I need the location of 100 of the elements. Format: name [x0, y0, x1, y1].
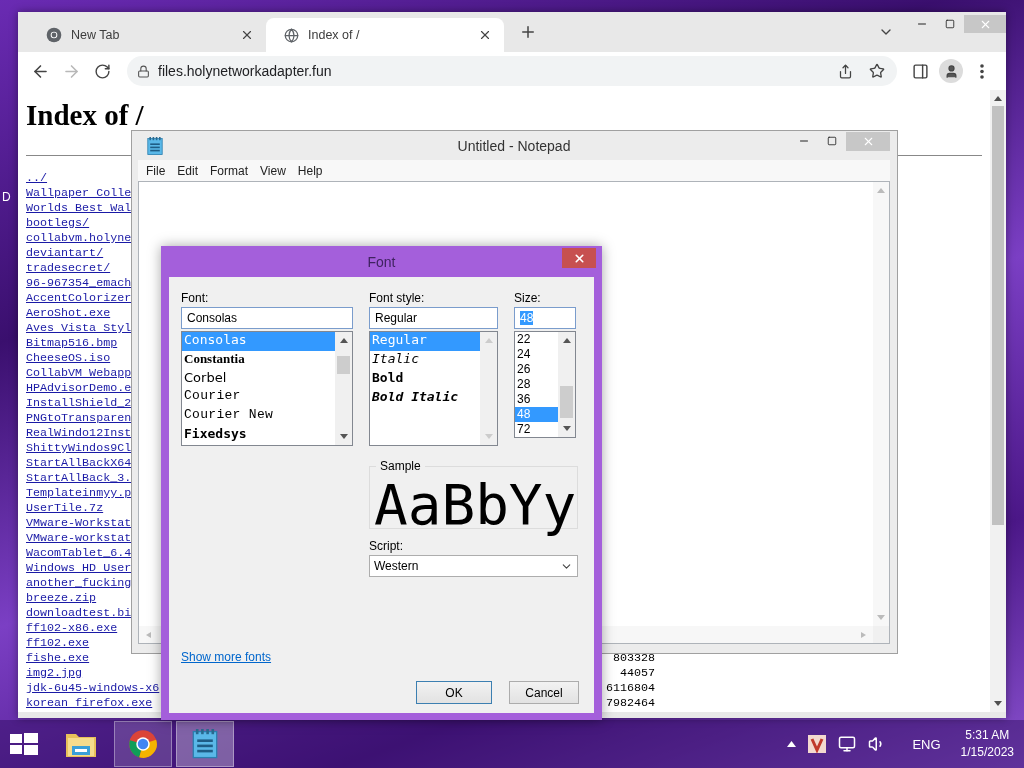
show-hidden-icons-icon[interactable]: [787, 741, 797, 747]
file-link[interactable]: VMware-workstat: [26, 531, 132, 546]
menu-item[interactable]: Edit: [171, 163, 205, 178]
file-link[interactable]: collabvm.holyne: [26, 231, 132, 246]
list-item[interactable]: Courier: [182, 388, 335, 408]
scroll-up-arrow-icon[interactable]: [339, 337, 348, 343]
list-item[interactable]: Bold: [370, 370, 480, 389]
field-label: Size:: [514, 290, 541, 306]
file-link[interactable]: bootlegs/: [26, 216, 90, 231]
file-link[interactable]: ff102-x86.exe: [26, 621, 118, 636]
menu-item[interactable]: View: [254, 163, 292, 178]
list-item[interactable]: 24: [515, 347, 558, 362]
list-item[interactable]: 22: [515, 332, 558, 347]
page-scrollbar[interactable]: [990, 90, 1006, 712]
file-link[interactable]: UserTile.7z: [26, 501, 104, 516]
list-item[interactable]: Fixedsys: [182, 426, 335, 445]
scroll-up-arrow-icon[interactable]: [994, 95, 1002, 101]
text-field[interactable]: Regular: [369, 307, 498, 329]
dialog-button[interactable]: Cancel: [509, 681, 579, 704]
file-link[interactable]: deviantart/: [26, 246, 104, 261]
file-link[interactable]: fishe.exe: [26, 651, 90, 666]
sample-text: AaBbYy: [374, 475, 573, 535]
profile-button[interactable]: [939, 59, 963, 83]
file-link[interactable]: AeroShot.exe: [26, 306, 111, 321]
file-link[interactable]: img2.jpg: [26, 666, 83, 681]
file-link[interactable]: jdk-6u45-windows-x6: [26, 681, 160, 696]
scroll-down-arrow-icon[interactable]: [562, 426, 571, 432]
file-link[interactable]: downloadtest.bi: [26, 606, 132, 621]
menu-item[interactable]: Format: [204, 163, 255, 178]
list-item[interactable]: Constantia: [182, 350, 335, 370]
browser-tab[interactable]: New Tab: [28, 18, 266, 52]
desktop-icon-label: D: [2, 190, 11, 204]
list-item[interactable]: 72: [515, 422, 558, 437]
plus-icon: [519, 23, 537, 41]
network-icon[interactable]: [838, 735, 857, 753]
scroll-down-arrow-icon[interactable]: [339, 434, 348, 440]
language-indicator[interactable]: ENG: [912, 736, 941, 752]
file-link[interactable]: InstallShield_2: [26, 396, 132, 411]
notepad-icon: [147, 137, 163, 156]
lock-icon: [137, 64, 150, 78]
text-field[interactable]: Consolas: [181, 307, 353, 329]
close-button[interactable]: [562, 248, 596, 268]
file-link[interactable]: Windows HD User: [26, 561, 132, 576]
dialog-title: Font: [367, 254, 396, 270]
person-icon: [943, 63, 959, 79]
browser-tab[interactable]: Index of /: [266, 18, 504, 52]
taskbar-app-button[interactable]: [114, 721, 172, 767]
list-item[interactable]: 28: [515, 377, 558, 392]
file-link[interactable]: ff102.exe: [26, 636, 90, 651]
list-scrollbar[interactable]: [335, 332, 352, 445]
scroll-up-arrow-icon[interactable]: [562, 337, 571, 343]
list-item[interactable]: Courier New: [182, 407, 335, 427]
menu-item[interactable]: Help: [291, 163, 329, 178]
file-link[interactable]: StartAllBackX64: [26, 456, 132, 471]
list-item[interactable]: Italic: [370, 351, 480, 370]
show-more-fonts-link[interactable]: Show more fonts: [181, 650, 272, 664]
address-bar[interactable]: files.holynetworkadapter.fun: [127, 56, 897, 86]
list-item[interactable]: 26: [515, 362, 558, 377]
dialog-button[interactable]: OK: [416, 681, 492, 704]
file-link[interactable]: Bitmap516.bmp: [26, 336, 118, 351]
file-link[interactable]: Templateinmyy.p: [26, 486, 132, 501]
star-icon: [869, 63, 885, 79]
menu-item[interactable]: File: [140, 163, 172, 178]
file-size: 6116804: [605, 681, 655, 696]
close-icon: [478, 28, 492, 42]
file-link[interactable]: AccentColorizer: [26, 291, 132, 306]
close-icon: [572, 251, 586, 265]
field-label: Font:: [181, 290, 209, 306]
file-link[interactable]: CheeseOS.iso: [26, 351, 111, 366]
file-link[interactable]: ShittyWindos9Cl: [26, 441, 132, 456]
scrollbar-thumb[interactable]: [337, 356, 350, 374]
globe-icon: [284, 27, 299, 43]
scrollbar-thumb[interactable]: [992, 106, 1004, 525]
file-link[interactable]: StartAllBack_3.: [26, 471, 132, 486]
list-item[interactable]: Corbel: [182, 369, 335, 389]
file-link[interactable]: CollabVM Webapp: [26, 366, 132, 381]
file-link[interactable]: ../: [26, 171, 48, 186]
file-link[interactable]: HPAdvisorDemo.e: [26, 381, 132, 396]
file-link[interactable]: tradesecret/: [26, 261, 111, 276]
file-link[interactable]: breeze.zip: [26, 591, 97, 606]
clock[interactable]: 5:31 AM 1/15/2023: [960, 727, 1014, 761]
file-link[interactable]: VMware-Workstat: [26, 516, 132, 531]
scroll-down-arrow-icon[interactable]: [994, 701, 1002, 707]
file-link[interactable]: another_fucking: [26, 576, 132, 591]
file-link[interactable]: Aves Vista Styl: [26, 321, 132, 336]
file-size: 44057: [619, 666, 655, 681]
scrollbar-thumb[interactable]: [560, 386, 573, 418]
script-dropdown[interactable]: Western: [369, 555, 578, 577]
group-label: Sample: [379, 459, 422, 473]
file-link[interactable]: Worlds Best Wal: [26, 201, 132, 216]
file-link[interactable]: korean firefox.exe: [26, 696, 153, 711]
list-item[interactable]: 36: [515, 392, 558, 407]
file-link[interactable]: WacomTablet_6.4: [26, 546, 132, 561]
file-link[interactable]: Wallpaper Colle: [26, 186, 132, 201]
app-tray-icon[interactable]: [808, 735, 827, 753]
file-link[interactable]: RealWindo12Inst: [26, 426, 132, 441]
file-link[interactable]: PNGtoTransparen: [26, 411, 132, 426]
list-item[interactable]: Bold Italic: [370, 389, 480, 408]
file-link[interactable]: 96-967354_emach: [26, 276, 132, 291]
list-scrollbar[interactable]: [558, 332, 575, 437]
